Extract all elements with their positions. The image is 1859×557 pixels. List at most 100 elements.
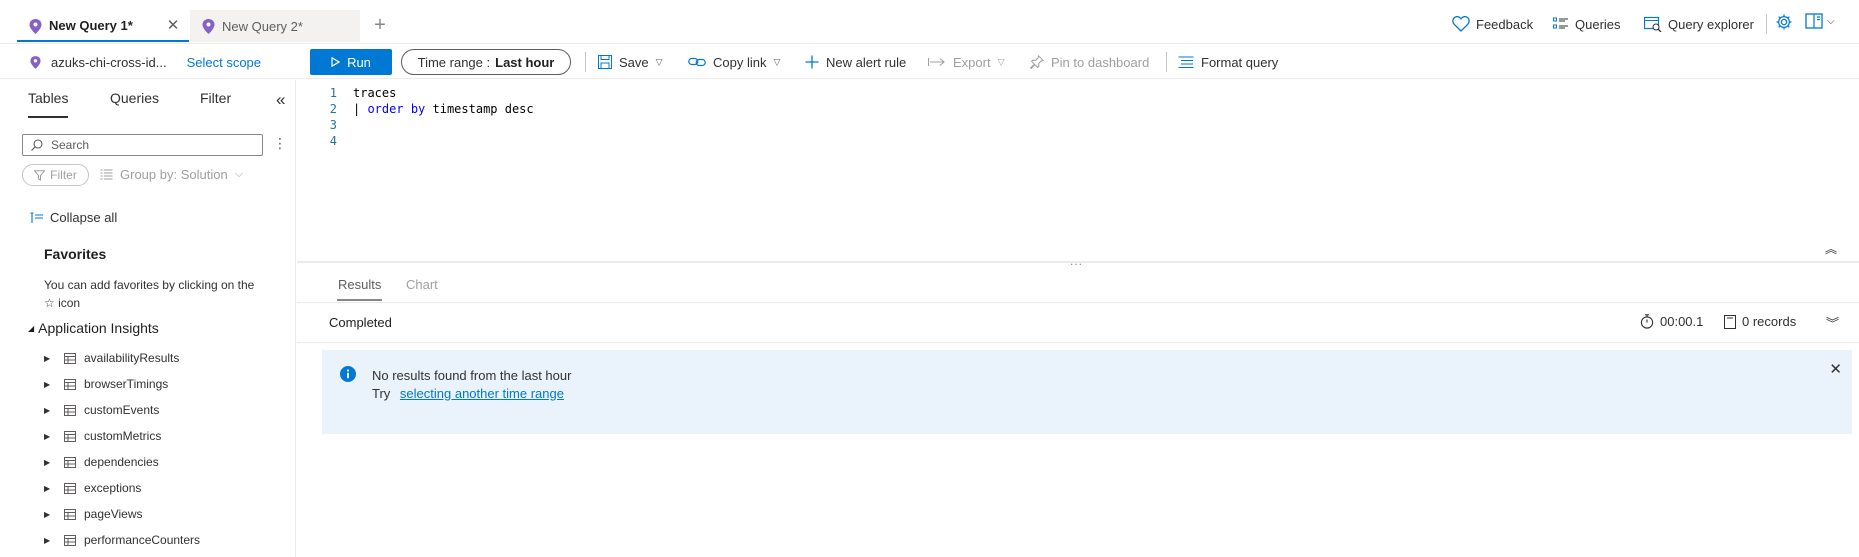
more-options-icon[interactable]: ⋮ (273, 135, 287, 152)
collapse-all-button[interactable]: Collapse all (30, 210, 117, 225)
table-item[interactable]: ▶ customMetrics (44, 423, 200, 449)
filter-button[interactable]: Filter (22, 164, 89, 186)
info-icon (340, 366, 356, 382)
new-alert-rule-button[interactable]: New alert rule (805, 52, 906, 72)
line-number: 4 (329, 134, 337, 148)
tab-label: New Query 2* (222, 18, 303, 34)
tab-chart[interactable]: Chart (406, 277, 438, 301)
message-try: Try (372, 386, 391, 401)
table-icon (64, 352, 76, 364)
application-insights-section[interactable]: ◢ Application Insights (28, 320, 159, 336)
location-pin-icon (29, 19, 42, 34)
info-message-bar: No results found from the last hour Try … (322, 350, 1852, 434)
help-book-button[interactable]: ⌵ (1805, 13, 1835, 29)
query-tab-strip: New Query 1* ✕ New Query 2* + Feedback Q… (0, 0, 1859, 44)
table-item[interactable]: ▶ performanceCounters (44, 527, 200, 553)
save-button[interactable]: Save ▽ (598, 52, 663, 72)
code-line: 2 | order by timestamp desc (297, 102, 534, 118)
settings-button[interactable] (1775, 13, 1793, 34)
queries-button[interactable]: Queries (1553, 12, 1621, 36)
query-editor[interactable]: 1 traces 2 | order by timestamp desc 3 4 (297, 80, 1859, 260)
location-pin-icon (30, 55, 41, 69)
close-icon[interactable]: ✕ (1829, 360, 1842, 378)
divider (1766, 14, 1767, 34)
message-title: No results found from the last hour (372, 368, 572, 383)
add-tab-icon[interactable]: + (368, 11, 392, 39)
query-explorer-label: Query explorer (1668, 16, 1754, 32)
gear-icon (1776, 14, 1792, 30)
copy-link-button[interactable]: Copy link ▽ (688, 52, 780, 72)
tab-new-query-1[interactable]: New Query 1* ✕ (17, 10, 189, 42)
plus-icon (805, 55, 819, 69)
time-range-button[interactable]: Time range : Last hour (401, 49, 571, 75)
close-icon[interactable]: ✕ (163, 16, 183, 36)
collapse-editor-icon[interactable]: ︽ (1825, 240, 1837, 257)
tab-filter[interactable]: Filter (200, 90, 231, 118)
group-by-dropdown[interactable]: Group by: Solution ⌵ (100, 167, 243, 182)
code-line: 3 (297, 118, 337, 134)
select-time-range-link[interactable]: selecting another time range (400, 386, 564, 401)
table-name: exceptions (84, 481, 142, 495)
table-icon (64, 378, 76, 390)
select-scope-link[interactable]: Select scope (187, 55, 261, 70)
table-name: performanceCounters (84, 533, 201, 547)
line-number: 2 (329, 102, 337, 116)
divider (1166, 52, 1167, 72)
code-line: 4 (297, 134, 337, 150)
play-icon (331, 57, 341, 67)
table-item[interactable]: ▶ dependencies (44, 449, 200, 475)
search-box (22, 134, 263, 156)
collapse-panel-icon[interactable]: « (276, 90, 285, 110)
tab-results[interactable]: Results (337, 277, 383, 301)
run-button[interactable]: Run (310, 49, 392, 75)
export-button[interactable]: Export ▽ (928, 52, 1005, 72)
tab-tables[interactable]: Tables (28, 90, 69, 118)
feedback-button[interactable]: Feedback (1452, 12, 1533, 36)
location-pin-icon (202, 19, 215, 34)
table-item[interactable]: ▶ availabilityResults (44, 345, 200, 371)
table-item[interactable]: ▶ pageViews (44, 501, 200, 527)
document-icon (1724, 314, 1736, 329)
tab-label: New Query 1* (49, 17, 133, 33)
search-input[interactable] (51, 138, 241, 152)
copy-link-label: Copy link (713, 54, 767, 70)
tab-new-query-2[interactable]: New Query 2* (190, 10, 360, 42)
splitter-handle[interactable]: ... (1070, 254, 1083, 268)
divider (297, 302, 1859, 303)
format-query-button[interactable]: Format query (1178, 52, 1278, 72)
message-suggestion: Try selecting another time range (372, 386, 564, 401)
pipe-token: | (353, 102, 368, 116)
chevron-down-icon: ⌵ (1827, 15, 1835, 27)
new-alert-rule-label: New alert rule (826, 54, 907, 70)
line-number: 3 (329, 118, 337, 132)
keyword-token: by (410, 102, 426, 116)
table-item[interactable]: ▶ customEvents (44, 397, 200, 423)
pin-to-dashboard-button[interactable]: Pin to dashboard (1030, 52, 1149, 72)
save-label: Save (619, 54, 649, 70)
table-icon (64, 456, 76, 468)
expand-results-icon[interactable]: ︾ (1826, 313, 1839, 332)
table-item[interactable]: ▶ exceptions (44, 475, 200, 501)
table-icon (64, 404, 76, 416)
command-bar: azuks-chi-cross-id... Select scope Run T… (0, 45, 1859, 79)
table-item[interactable]: ▶ browserTimings (44, 371, 200, 397)
format-query-label: Format query (1201, 54, 1279, 70)
section-title: Application Insights (38, 320, 159, 336)
record-count: 0 records (1724, 314, 1796, 329)
search-icon (31, 139, 43, 151)
caret-right-icon: ▶ (44, 535, 51, 545)
time-range-label: Time range : (417, 54, 491, 70)
scope-name[interactable]: azuks-chi-cross-id... (51, 55, 167, 70)
pin-icon (1030, 55, 1044, 69)
code-line: 1 traces (297, 86, 397, 102)
table-name: availabilityResults (84, 351, 180, 365)
queries-label: Queries (1575, 16, 1621, 32)
list-icon (1553, 17, 1568, 29)
caret-down-icon: ◢ (28, 323, 35, 333)
schema-side-panel: Tables Queries Filter « ⋮ Filter Group b… (0, 80, 296, 557)
query-explorer-button[interactable]: Query explorer (1644, 12, 1754, 36)
book-icon (1805, 13, 1823, 29)
tab-queries[interactable]: Queries (110, 90, 159, 118)
table-icon (64, 534, 76, 546)
